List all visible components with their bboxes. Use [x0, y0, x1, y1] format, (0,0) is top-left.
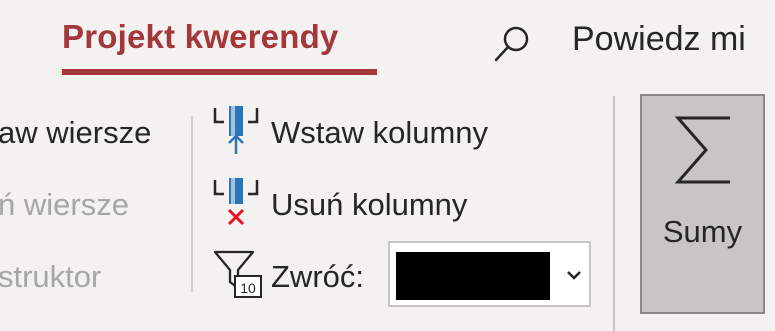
insert-rows-button[interactable]: aw wiersze	[0, 115, 151, 151]
delete-rows-button[interactable]: ń wiersze	[0, 187, 129, 223]
delete-columns-icon	[213, 178, 259, 226]
insert-columns-label: Wstaw kolumny	[271, 115, 489, 150]
totals-button[interactable]: Sumy	[640, 94, 765, 314]
builder-button[interactable]: struktor	[0, 259, 101, 295]
top-values-filter-icon: 10	[213, 250, 262, 298]
return-label: Zwróć:	[271, 259, 364, 294]
tell-me-search[interactable]: Powiedz mi	[572, 20, 746, 59]
sigma-icon	[674, 116, 730, 184]
svg-text:10: 10	[240, 280, 256, 296]
tab-query-design[interactable]: Projekt kwerendy	[62, 18, 338, 56]
ribbon: Projekt kwerendy Powiedz mi aw wiersze ń…	[0, 0, 775, 331]
return-dropdown[interactable]	[388, 241, 591, 307]
group-separator	[613, 96, 615, 331]
ribbon-edge	[765, 94, 775, 331]
tab-active-underline	[62, 69, 377, 75]
return-value[interactable]	[396, 252, 550, 300]
insert-columns-icon	[213, 106, 259, 154]
delete-columns-label: Usuń kolumny	[271, 187, 468, 222]
chevron-down-icon[interactable]	[566, 269, 582, 281]
search-icon[interactable]	[490, 22, 534, 66]
group-separator	[191, 116, 193, 292]
totals-label: Sumy	[662, 214, 743, 249]
